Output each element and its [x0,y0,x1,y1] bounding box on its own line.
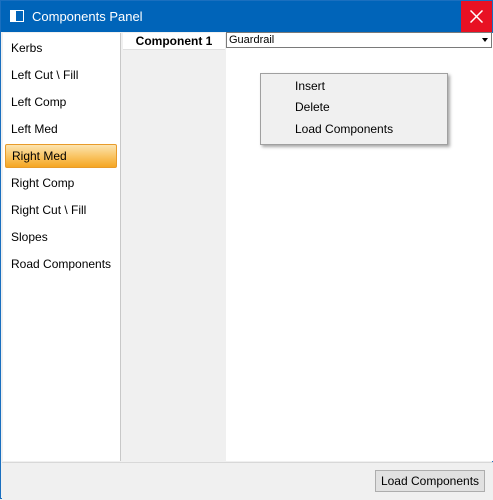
close-icon [470,10,483,23]
sidebar-item-right-med[interactable]: Right Med [5,144,117,168]
component-category-list: Kerbs Left Cut \ Fill Left Comp Left Med… [3,33,121,461]
sidebar-item-road-components[interactable]: Road Components [5,252,117,276]
menu-item-load-components[interactable]: Load Components [295,119,393,140]
property-label-column [121,33,226,461]
component-1-dropdown[interactable]: Guardrail [226,32,492,48]
title-bar[interactable]: Components Panel [1,1,492,32]
sidebar-item-left-comp[interactable]: Left Comp [5,90,117,114]
component-1-label: Component 1 [123,33,225,50]
sidebar-item-left-med[interactable]: Left Med [5,117,117,141]
menu-item-delete[interactable]: Delete [295,97,330,118]
close-button[interactable] [461,1,492,32]
component-1-value: Guardrail [229,34,275,46]
footer-bar: Load Components [2,462,493,500]
sidebar-item-right-cut-fill[interactable]: Right Cut \ Fill [5,198,117,222]
sidebar-item-kerbs[interactable]: Kerbs [5,36,117,60]
load-components-button[interactable]: Load Components [375,470,485,492]
sidebar-item-right-comp[interactable]: Right Comp [5,171,117,195]
dropdown-arrow-icon[interactable] [482,38,488,42]
window-title: Components Panel [32,9,143,24]
context-menu: Insert Delete Load Components [260,73,448,145]
components-panel-window: Components Panel Kerbs Left Cut \ Fill L… [0,0,493,500]
app-window-icon [10,10,24,22]
menu-item-insert[interactable]: Insert [295,76,325,97]
sidebar-item-slopes[interactable]: Slopes [5,225,117,249]
sidebar-item-left-cut-fill[interactable]: Left Cut \ Fill [5,63,117,87]
